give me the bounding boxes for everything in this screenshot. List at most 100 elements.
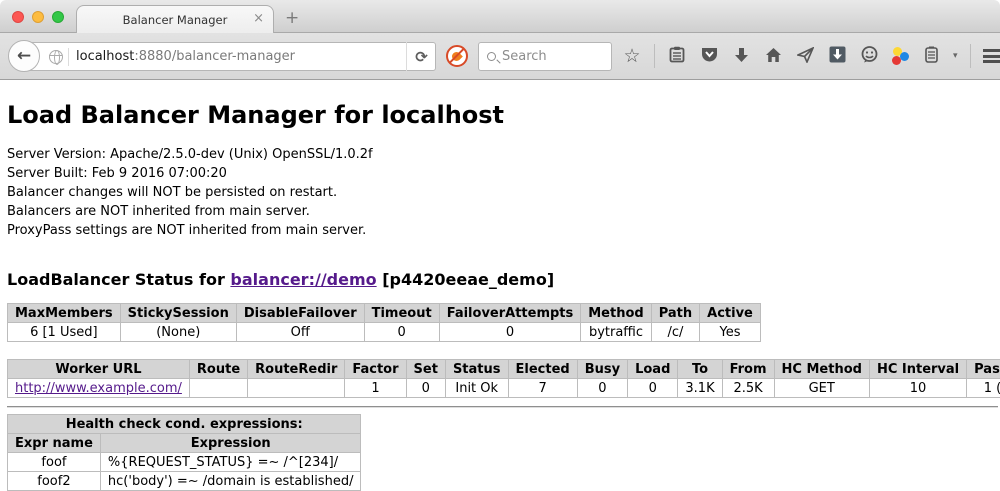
chevron-down-icon[interactable]: ▾ bbox=[953, 51, 958, 61]
page-content: Load Balancer Manager for localhost Serv… bbox=[0, 80, 1000, 490]
cell-passes: 1 (0) bbox=[967, 379, 1000, 398]
search-placeholder: Search bbox=[502, 49, 547, 64]
tab-close-icon[interactable]: × bbox=[253, 12, 264, 25]
balancer-summary-table: MaxMembers StickySession DisableFailover… bbox=[7, 303, 761, 342]
chat-smiley-icon[interactable] bbox=[859, 46, 879, 66]
cell-path: /c/ bbox=[651, 323, 699, 342]
column-header: Status bbox=[445, 360, 508, 379]
back-icon: ← bbox=[17, 46, 31, 66]
cell-load: 0 bbox=[628, 379, 678, 398]
downloads-icon[interactable] bbox=[731, 47, 751, 66]
worker-url-link[interactable]: http://www.example.com/ bbox=[15, 381, 182, 396]
zoom-window-button[interactable] bbox=[52, 11, 64, 23]
page-title: Load Balancer Manager for localhost bbox=[7, 80, 1000, 129]
cell-disablefailover: Off bbox=[236, 323, 364, 342]
table-header-row: Expr name Expression bbox=[8, 434, 361, 453]
column-header: Worker URL bbox=[8, 360, 190, 379]
table-row: 6 [1 Used] (None) Off 0 0 bytraffic /c/ … bbox=[8, 323, 761, 342]
column-header: Route bbox=[189, 360, 247, 379]
cell-timeout: 0 bbox=[364, 323, 439, 342]
reading-list-icon[interactable] bbox=[667, 46, 687, 66]
column-header: Load bbox=[628, 360, 678, 379]
cell-status: Init Ok bbox=[445, 379, 508, 398]
section-divider bbox=[7, 406, 998, 408]
column-header: Expr name bbox=[8, 434, 101, 453]
column-header: Factor bbox=[345, 360, 406, 379]
column-header: Expression bbox=[100, 434, 361, 453]
search-input[interactable]: Search bbox=[478, 42, 612, 71]
cell-maxmembers: 6 [1 Used] bbox=[8, 323, 121, 342]
column-header: HC Interval bbox=[869, 360, 966, 379]
reload-icon: ⟳ bbox=[415, 48, 428, 66]
server-info: Server Version: Apache/2.5.0-dev (Unix) … bbox=[7, 145, 1000, 240]
url-domain: localhost bbox=[76, 49, 134, 64]
divider bbox=[68, 48, 69, 66]
cell-elected: 7 bbox=[508, 379, 577, 398]
cell-hc-method: GET bbox=[774, 379, 869, 398]
cell-expression: hc('body') =~ /domain is established/ bbox=[100, 472, 361, 491]
column-header: Method bbox=[581, 304, 651, 323]
cell-to: 3.1K bbox=[678, 379, 722, 398]
cell-route bbox=[189, 379, 247, 398]
new-tab-button[interactable]: + bbox=[285, 8, 299, 28]
column-header: Timeout bbox=[364, 304, 439, 323]
container-battery-icon[interactable] bbox=[921, 46, 941, 66]
balancer-demo-link[interactable]: balancer://demo bbox=[230, 270, 376, 289]
reload-button[interactable]: ⟳ bbox=[406, 42, 436, 71]
minimize-window-button[interactable] bbox=[32, 11, 44, 23]
send-icon[interactable] bbox=[795, 47, 815, 66]
table-header-row: Worker URL Route RouteRedir Factor Set S… bbox=[8, 360, 1000, 379]
cell-failoverattempts: 0 bbox=[439, 323, 581, 342]
column-header: Path bbox=[651, 304, 699, 323]
cell-set: 0 bbox=[406, 379, 445, 398]
divider bbox=[970, 44, 971, 68]
pocket-icon[interactable] bbox=[699, 47, 719, 66]
browser-window: Balancer Manager × + ← localhost:8880/ba… bbox=[0, 0, 1000, 491]
proxypass-notice-line: ProxyPass settings are NOT inherited fro… bbox=[7, 221, 1000, 240]
inherit-notice-line: Balancers are NOT inherited from main se… bbox=[7, 202, 1000, 221]
cell-busy: 0 bbox=[577, 379, 627, 398]
cell-hc-interval: 10 bbox=[869, 379, 966, 398]
addon-download-icon[interactable] bbox=[827, 46, 847, 66]
persist-notice-line: Balancer changes will NOT be persisted o… bbox=[7, 183, 1000, 202]
cell-method: bytraffic bbox=[581, 323, 651, 342]
close-window-button[interactable] bbox=[12, 11, 24, 23]
column-header: RouteRedir bbox=[248, 360, 345, 379]
table-row: foof %{REQUEST_STATUS} =~ /^[234]/ bbox=[8, 453, 361, 472]
search-icon bbox=[487, 52, 496, 61]
column-header: From bbox=[722, 360, 774, 379]
url-path: :8880/balancer-manager bbox=[134, 49, 295, 64]
multi-account-dots-icon[interactable] bbox=[891, 47, 909, 65]
column-header: Passes bbox=[967, 360, 1000, 379]
window-controls bbox=[12, 11, 64, 23]
navigation-toolbar: ← localhost:8880/balancer-manager ⟳ Sear… bbox=[0, 33, 1000, 80]
column-header: To bbox=[678, 360, 722, 379]
server-built-line: Server Built: Feb 9 2016 07:00:20 bbox=[7, 164, 1000, 183]
bookmark-star-icon[interactable]: ☆ bbox=[622, 47, 642, 66]
cell-stickysession: (None) bbox=[120, 323, 236, 342]
tab-title: Balancer Manager bbox=[123, 13, 228, 27]
column-header: Busy bbox=[577, 360, 627, 379]
menu-icon[interactable] bbox=[983, 49, 1000, 63]
column-header: Set bbox=[406, 360, 445, 379]
status-prefix: LoadBalancer Status for bbox=[7, 270, 230, 289]
cell-from: 2.5K bbox=[722, 379, 774, 398]
plugin-block-icon[interactable] bbox=[446, 45, 468, 67]
table-title-row: Health check cond. expressions: bbox=[8, 415, 361, 434]
url-bar[interactable]: localhost:8880/balancer-manager bbox=[24, 42, 436, 71]
column-header: Active bbox=[700, 304, 761, 323]
cell-expr-name: foof bbox=[8, 453, 101, 472]
cell-routeredir bbox=[248, 379, 345, 398]
health-table-title: Health check cond. expressions: bbox=[8, 415, 361, 434]
cell-expr-name: foof2 bbox=[8, 472, 101, 491]
divider bbox=[654, 44, 655, 68]
table-header-row: MaxMembers StickySession DisableFailover… bbox=[8, 304, 761, 323]
tab-balancer-manager[interactable]: Balancer Manager × bbox=[76, 5, 274, 34]
title-bar: Balancer Manager × + bbox=[0, 0, 1000, 33]
home-icon[interactable] bbox=[763, 47, 783, 66]
health-check-table: Health check cond. expressions: Expr nam… bbox=[7, 414, 361, 491]
back-button[interactable]: ← bbox=[8, 40, 40, 72]
loadbalancer-status-heading: LoadBalancer Status for balancer://demo … bbox=[7, 270, 1000, 289]
column-header: Elected bbox=[508, 360, 577, 379]
column-header: MaxMembers bbox=[8, 304, 121, 323]
